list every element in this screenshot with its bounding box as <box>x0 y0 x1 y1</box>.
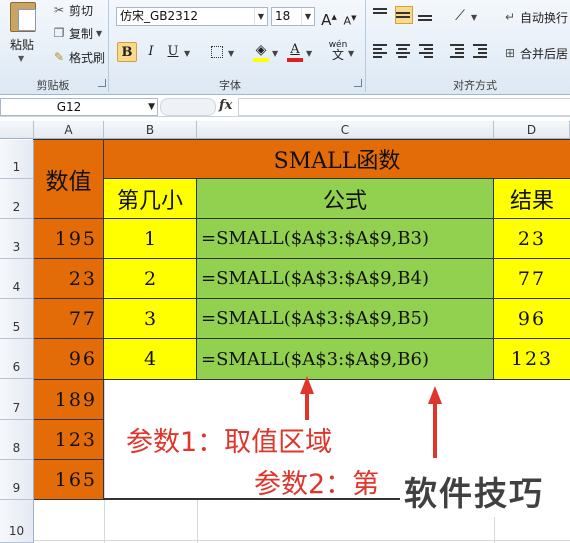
annotation-param2: 参数2：第 <box>254 469 380 500</box>
arrow-param2 <box>428 386 442 458</box>
watermark: 软件技巧 <box>400 465 570 517</box>
arrow-param1 <box>300 376 314 420</box>
annotation-param1: 参数1：取值区域 <box>126 427 333 458</box>
excel-window: 粘贴 ▼ ✂ 剪切 ❐ 复制 ▼ ✎ 格式刷 剪贴板 仿宋_GB2312 ▼ 1… <box>0 0 570 543</box>
